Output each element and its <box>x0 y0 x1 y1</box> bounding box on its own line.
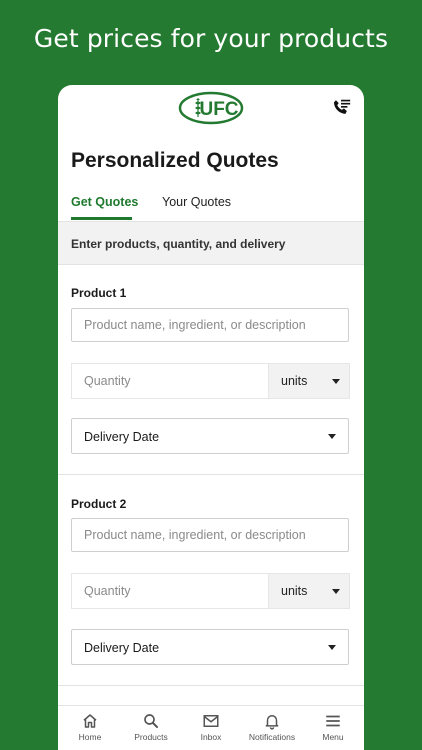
app-screen: UFC Personalized Quotes Get Quotes Your … <box>58 85 364 750</box>
bottom-nav: Home Products Inbox Notifications Menu <box>58 705 364 750</box>
ufc-logo: UFC <box>178 91 244 125</box>
quantity-input[interactable] <box>72 574 268 608</box>
delivery-date-select[interactable]: Delivery Date <box>71 418 349 454</box>
section-header-text: Enter products, quantity, and delivery <box>71 237 286 251</box>
nav-inbox-label: Inbox <box>200 732 222 742</box>
product-name-input[interactable] <box>72 309 348 341</box>
tab-your-quotes[interactable]: Your Quotes <box>162 195 231 209</box>
delivery-date-value: Delivery Date <box>84 641 160 655</box>
product-label: Product 2 <box>71 497 127 511</box>
product-name-field[interactable] <box>71 308 349 342</box>
chevron-down-icon <box>332 379 340 384</box>
nav-menu[interactable]: Menu <box>303 712 363 742</box>
units-select[interactable]: units <box>268 363 350 399</box>
nav-menu-label: Menu <box>322 732 344 742</box>
chevron-down-icon <box>328 645 336 650</box>
home-icon <box>83 714 97 728</box>
product-label: Product 1 <box>71 286 127 300</box>
tab-get-quotes[interactable]: Get Quotes <box>71 195 138 209</box>
page-title: Personalized Quotes <box>71 149 279 172</box>
logo-text: UFC <box>199 99 238 120</box>
product-name-field[interactable] <box>71 518 349 552</box>
divider <box>58 685 364 686</box>
chevron-down-icon <box>328 434 336 439</box>
bell-icon <box>265 715 279 730</box>
nav-products[interactable]: Products <box>121 712 181 742</box>
units-value: units <box>281 374 308 388</box>
search-icon <box>144 714 158 728</box>
nav-home[interactable]: Home <box>60 712 120 742</box>
quantity-input[interactable] <box>72 364 268 398</box>
phone-chat-icon[interactable] <box>330 97 352 119</box>
divider <box>58 474 364 475</box>
nav-notifications-label: Notifications <box>248 732 296 742</box>
active-tab-indicator <box>71 217 132 220</box>
product-name-input[interactable] <box>72 519 348 551</box>
nav-home-label: Home <box>78 732 102 742</box>
chevron-down-icon <box>332 589 340 594</box>
section-header: Enter products, quantity, and delivery <box>58 221 364 265</box>
quantity-field[interactable] <box>71 573 269 609</box>
units-value: units <box>281 584 308 598</box>
menu-icon <box>326 715 340 727</box>
nav-inbox[interactable]: Inbox <box>181 712 241 742</box>
quantity-field[interactable] <box>71 363 269 399</box>
top-bar: UFC <box>58 85 364 133</box>
delivery-date-value: Delivery Date <box>84 430 160 444</box>
headline: Get prices for your products <box>33 24 389 53</box>
nav-products-label: Products <box>134 732 168 742</box>
units-select[interactable]: units <box>268 573 350 609</box>
delivery-date-select[interactable]: Delivery Date <box>71 629 349 665</box>
mail-icon <box>203 715 219 727</box>
nav-notifications[interactable]: Notifications <box>242 712 302 742</box>
